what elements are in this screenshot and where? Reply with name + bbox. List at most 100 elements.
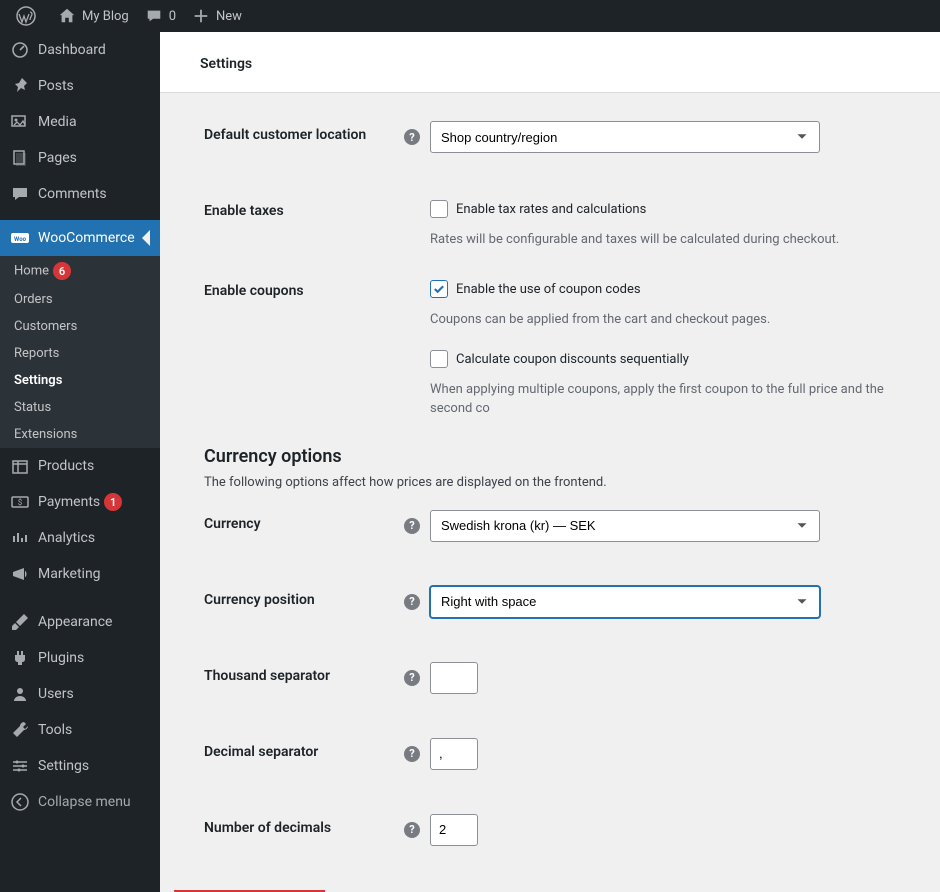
chevron-right-icon xyxy=(142,230,150,246)
checkbox-label: Calculate coupon discounts sequentially xyxy=(456,352,689,367)
collapse-icon xyxy=(10,792,30,812)
collapse-label: Collapse menu xyxy=(38,794,131,810)
submenu-label: Settings xyxy=(14,373,62,388)
sidebar-item-label: Comments xyxy=(38,186,107,202)
sidebar-item-analytics[interactable]: Analytics xyxy=(0,520,160,556)
sidebar-item-label: Posts xyxy=(38,78,74,94)
svg-text:Woo: Woo xyxy=(14,236,27,243)
submenu-label: Status xyxy=(14,400,51,415)
label-default-location: Default customer location xyxy=(204,121,404,143)
sidebar-item-label: Tools xyxy=(38,722,72,738)
sidebar-item-label: Payments xyxy=(38,494,100,510)
currency-select[interactable]: Swedish krona (kr) — SEK xyxy=(430,510,820,542)
marketing-icon xyxy=(10,564,30,584)
submenu-label: Customers xyxy=(14,319,77,334)
sidebar-item-marketing[interactable]: Marketing xyxy=(0,556,160,592)
currency-position-select[interactable]: Right with space xyxy=(430,586,820,618)
help-icon[interactable]: ? xyxy=(404,518,420,534)
svg-text:$: $ xyxy=(18,498,23,507)
collapse-menu[interactable]: Collapse menu xyxy=(0,784,160,820)
pages-icon xyxy=(10,148,30,168)
submenu-label: Extensions xyxy=(14,427,77,442)
sidebar-item-label: Users xyxy=(38,686,74,702)
help-icon[interactable]: ? xyxy=(404,594,420,610)
comments-count: 0 xyxy=(169,9,176,24)
sidebar-item-users[interactable]: Users xyxy=(0,676,160,712)
submenu-item-customers[interactable]: Customers xyxy=(0,313,160,340)
label-thousand-separator: Thousand separator xyxy=(204,662,404,684)
coupons-desc2: When applying multiple coupons, apply th… xyxy=(430,381,920,417)
sidebar-item-pages[interactable]: Pages xyxy=(0,140,160,176)
submenu-item-extensions[interactable]: Extensions xyxy=(0,421,160,448)
number-decimals-input[interactable] xyxy=(430,814,478,846)
sidebar-item-label: Settings xyxy=(38,758,89,774)
site-title: My Blog xyxy=(82,9,129,24)
submenu-item-status[interactable]: Status xyxy=(0,394,160,421)
products-icon xyxy=(10,456,30,476)
enable-coupons-checkbox[interactable] xyxy=(430,280,448,298)
pin-icon xyxy=(10,76,30,96)
submenu-item-settings[interactable]: Settings xyxy=(0,367,160,394)
sidebar-item-label: Pages xyxy=(38,150,77,166)
submenu-item-reports[interactable]: Reports xyxy=(0,340,160,367)
default-location-select[interactable]: Shop country/region xyxy=(430,121,820,153)
sidebar-item-label: Plugins xyxy=(38,650,84,666)
payments-icon: $ xyxy=(10,492,30,512)
help-icon[interactable]: ? xyxy=(404,670,420,686)
new-link[interactable]: New xyxy=(184,0,250,32)
enable-taxes-checkbox[interactable] xyxy=(430,200,448,218)
wp-logo[interactable] xyxy=(8,0,50,32)
help-icon[interactable]: ? xyxy=(404,822,420,838)
sidebar-item-label: Media xyxy=(38,114,77,130)
sidebar-item-label: Dashboard xyxy=(38,42,106,58)
wrench-icon xyxy=(10,720,30,740)
checkbox-label: Enable the use of coupon codes xyxy=(456,282,641,297)
submenu-item-home[interactable]: Home 6 xyxy=(0,256,160,286)
dashboard-icon xyxy=(10,40,30,60)
label-decimal-separator: Decimal separator xyxy=(204,738,404,760)
sidebar-item-label: WooCommerce xyxy=(38,230,135,246)
badge: 6 xyxy=(53,262,71,280)
admin-sidebar: Dashboard Posts Media Pages Comments Woo Woo… xyxy=(0,32,160,892)
comments-link[interactable]: 0 xyxy=(137,0,184,32)
site-link[interactable]: My Blog xyxy=(50,0,137,32)
thousand-separator-input[interactable] xyxy=(430,662,478,694)
sidebar-item-media[interactable]: Media xyxy=(0,104,160,140)
admin-bar: My Blog 0 New xyxy=(0,0,940,32)
badge: 1 xyxy=(104,493,122,511)
sequential-discounts-checkbox[interactable] xyxy=(430,350,448,368)
currency-options-sub: The following options affect how prices … xyxy=(204,475,920,490)
checkbox-label: Enable tax rates and calculations xyxy=(456,202,646,217)
currency-options-heading: Currency options xyxy=(204,446,920,467)
page-title: Settings xyxy=(160,32,940,93)
sidebar-item-posts[interactable]: Posts xyxy=(0,68,160,104)
label-currency: Currency xyxy=(204,510,404,532)
submenu-label: Orders xyxy=(14,292,53,307)
analytics-icon xyxy=(10,528,30,548)
user-icon xyxy=(10,684,30,704)
sidebar-item-products[interactable]: Products xyxy=(0,448,160,484)
help-icon[interactable]: ? xyxy=(404,129,420,145)
sidebar-item-payments[interactable]: $ Payments1 xyxy=(0,484,160,520)
sidebar-item-label: Marketing xyxy=(38,566,101,582)
sidebar-item-appearance[interactable]: Appearance xyxy=(0,604,160,640)
submenu-label: Home xyxy=(14,264,49,279)
woocommerce-icon: Woo xyxy=(10,228,30,248)
label-enable-coupons: Enable coupons xyxy=(204,277,404,299)
submenu-item-orders[interactable]: Orders xyxy=(0,286,160,313)
sidebar-item-plugins[interactable]: Plugins xyxy=(0,640,160,676)
sidebar-item-tools[interactable]: Tools xyxy=(0,712,160,748)
media-icon xyxy=(10,112,30,132)
comment-icon xyxy=(10,184,30,204)
sidebar-item-label: Products xyxy=(38,458,94,474)
sidebar-item-dashboard[interactable]: Dashboard xyxy=(0,32,160,68)
decimal-separator-input[interactable] xyxy=(430,738,478,770)
sidebar-item-comments[interactable]: Comments xyxy=(0,176,160,212)
label-number-decimals: Number of decimals xyxy=(204,814,404,836)
label-currency-position: Currency position xyxy=(204,586,404,608)
help-icon[interactable]: ? xyxy=(404,746,420,762)
sidebar-item-settings[interactable]: Settings xyxy=(0,748,160,784)
sliders-icon xyxy=(10,756,30,776)
sidebar-item-woocommerce[interactable]: Woo WooCommerce xyxy=(0,220,160,256)
enable-taxes-desc: Rates will be configurable and taxes wil… xyxy=(430,231,920,249)
